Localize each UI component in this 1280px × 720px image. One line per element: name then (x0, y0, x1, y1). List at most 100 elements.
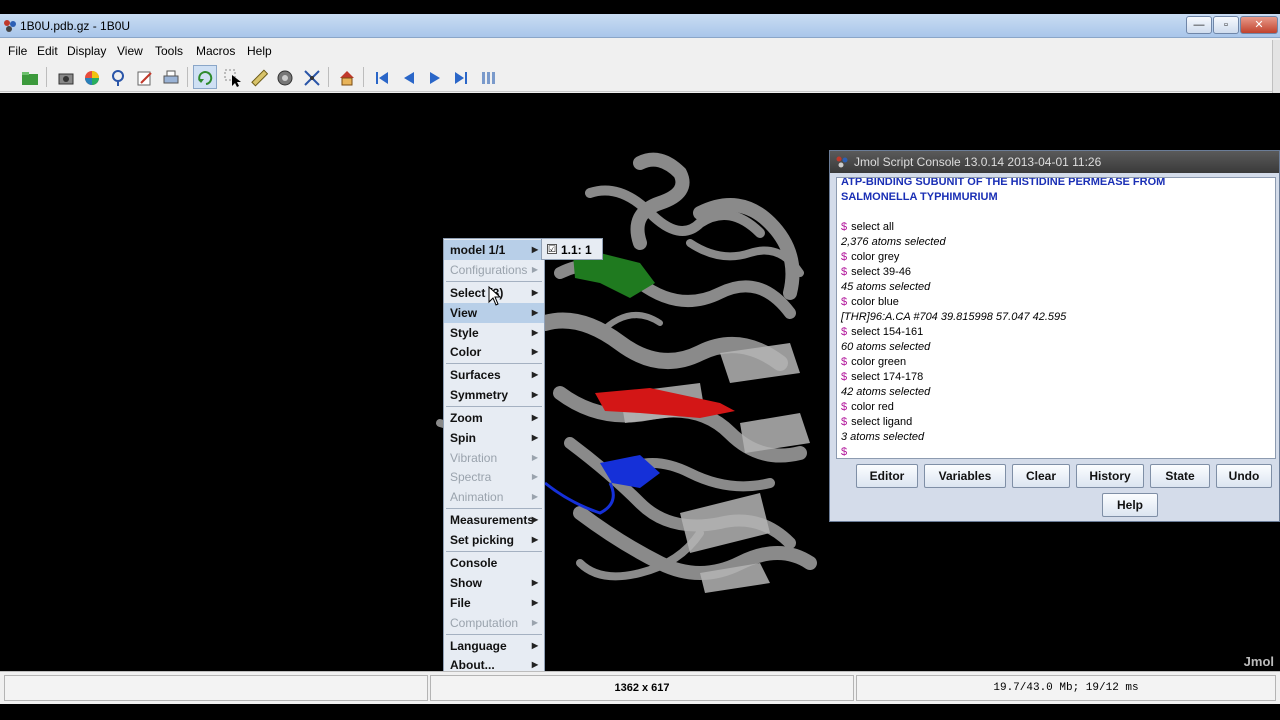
bottom-black-strip (0, 704, 1280, 720)
menu-display[interactable]: Display (67, 44, 106, 58)
console-title: Jmol Script Console 13.0.14 2013-04-01 1… (854, 155, 1102, 169)
toolbar (0, 62, 1280, 92)
console-line: 60 atoms selected (841, 341, 931, 353)
window-title: 1B0U.pdb.gz - 1B0U (20, 19, 131, 33)
jmol-console-icon (836, 156, 848, 168)
home-icon[interactable] (334, 65, 358, 89)
state-button[interactable]: State (1150, 464, 1210, 488)
console-command-text: color green (851, 356, 907, 368)
menu-item-file[interactable]: File ▶ (444, 593, 544, 613)
title-bar: 1B0U.pdb.gz - 1B0U — ▫ ✕ (0, 14, 1280, 38)
console-title-bar[interactable]: Jmol Script Console 13.0.14 2013-04-01 1… (830, 151, 1279, 173)
console-line: 42 atoms selected (841, 386, 931, 398)
console-line: [THR]96:A.CA #704 39.815998 57.047 42.59… (841, 311, 1067, 323)
console-prompt: $ (841, 371, 848, 383)
menu-item-configurations: Configurations ▶ (450, 263, 538, 277)
menu-item-color[interactable]: Color ▶ (444, 342, 544, 362)
color-wheel-icon[interactable] (79, 65, 103, 89)
console-line: $ select 174-178 (841, 371, 923, 383)
menu-item-surfaces[interactable]: Surfaces ▶ (444, 365, 544, 385)
console-command-text: select 154-161 (851, 326, 924, 338)
menu-macros[interactable]: Macros (196, 44, 235, 58)
menu-item-measurements[interactable]: Measurements ▶ (444, 510, 544, 530)
menu-help[interactable]: Help (247, 44, 272, 58)
console-command-text: select ligand (851, 416, 913, 428)
menu-file[interactable]: File (8, 44, 27, 58)
console-line: $ color blue (841, 296, 899, 308)
menu-item-console[interactable]: Console (444, 553, 544, 573)
spin-icon[interactable] (272, 65, 296, 89)
close-button[interactable]: ✕ (1240, 16, 1278, 34)
console-line: 2,376 atoms selected (841, 236, 946, 248)
menu-item-zoom[interactable]: Zoom ▶ (444, 408, 544, 428)
console-command-text: color grey (851, 251, 900, 263)
next-frame-icon[interactable] (422, 65, 446, 89)
menu-item-style[interactable]: Style ▶ (444, 323, 544, 343)
jmol-app-icon (4, 20, 16, 32)
status-message (4, 675, 428, 701)
console-prompt: $ (841, 326, 848, 338)
history-button[interactable]: History (1076, 464, 1144, 488)
status-bar: 1362 x 617 19.7/43.0 Mb; 19/12 ms (0, 671, 1280, 704)
search-icon[interactable] (106, 65, 130, 89)
maximize-button[interactable]: ▫ (1213, 16, 1239, 34)
console-line: $ select ligand (841, 416, 912, 428)
menu-item-spin[interactable]: Spin ▶ (444, 428, 544, 448)
translate-icon[interactable] (299, 65, 323, 89)
console-line: ATP-BINDING SUBUNIT OF THE HISTIDINE PER… (841, 177, 1166, 188)
minimize-button[interactable]: — (1186, 16, 1212, 34)
console-prompt: $ (841, 266, 848, 278)
console-prompt: $ (841, 416, 848, 428)
console-prompt: $ (841, 221, 848, 233)
last-frame-icon[interactable] (448, 65, 472, 89)
ruler-icon[interactable] (246, 65, 270, 89)
open-file-icon[interactable] (17, 65, 41, 89)
menu-item-set-picking[interactable]: Set picking ▶ (444, 530, 544, 550)
menu-item-computation: Computation ▶ (450, 616, 538, 630)
menu-item-view[interactable]: View ▶ (444, 303, 544, 323)
console-command-text: select 174-178 (851, 371, 924, 383)
previous-frame-icon[interactable] (396, 65, 420, 89)
console-output[interactable]: ATP-BINDING SUBUNIT OF THE HISTIDINE PER… (836, 177, 1276, 459)
console-line: $ select all (841, 221, 894, 233)
menu-item-language[interactable]: Language ▶ (444, 636, 544, 656)
edit-icon[interactable] (132, 65, 156, 89)
menu-item-symmetry[interactable]: Symmetry ▶ (444, 385, 544, 405)
submenu-item-model[interactable]: 1.1: 1 (561, 243, 592, 257)
help-button[interactable]: Help (1102, 493, 1158, 517)
console-prompt: $ (841, 401, 848, 413)
console-line: $ select 39-46 (841, 266, 911, 278)
console-line: $ select 154-161 (841, 326, 923, 338)
status-viewport-size: 1362 x 617 (430, 675, 854, 701)
script-console-window: Jmol Script Console 13.0.14 2013-04-01 1… (829, 150, 1280, 522)
pick-icon[interactable] (220, 65, 244, 89)
console-command-text: select 39-46 (851, 266, 912, 278)
console-command-text: color red (851, 401, 894, 413)
rotate-icon[interactable] (193, 65, 217, 89)
editor-button[interactable]: Editor (856, 464, 918, 488)
first-frame-icon[interactable] (369, 65, 393, 89)
console-command-text: select all (851, 221, 894, 233)
print-icon[interactable] (158, 65, 182, 89)
console-line: SALMONELLA TYPHIMURIUM (841, 191, 998, 203)
menu-item-show[interactable]: Show ▶ (444, 573, 544, 593)
mouse-cursor-icon (488, 286, 502, 306)
undo-button[interactable]: Undo (1216, 464, 1272, 488)
jmol-application: 1B0U.pdb.gz - 1B0U — ▫ ✕ File Edit Displ… (0, 0, 1280, 720)
menu-view[interactable]: View (117, 44, 143, 58)
console-line: $ (841, 446, 851, 458)
console-line: $ color green (841, 356, 906, 368)
jmol-watermark: Jmol (1243, 654, 1274, 669)
toolbar-separator (187, 67, 188, 87)
clear-button[interactable]: Clear (1012, 464, 1070, 488)
camera-icon[interactable] (53, 65, 77, 89)
stop-icon[interactable] (475, 65, 499, 89)
menu-edit[interactable]: Edit (37, 44, 58, 58)
toolbar-separator (363, 67, 364, 87)
variables-button[interactable]: Variables (924, 464, 1006, 488)
top-black-strip (0, 0, 1280, 14)
checkbox-icon[interactable]: ☑ (547, 244, 557, 254)
toolbar-separator (46, 67, 47, 87)
menu-tools[interactable]: Tools (155, 44, 183, 58)
menu-item-model[interactable]: model 1/1 ▶ (444, 240, 544, 260)
